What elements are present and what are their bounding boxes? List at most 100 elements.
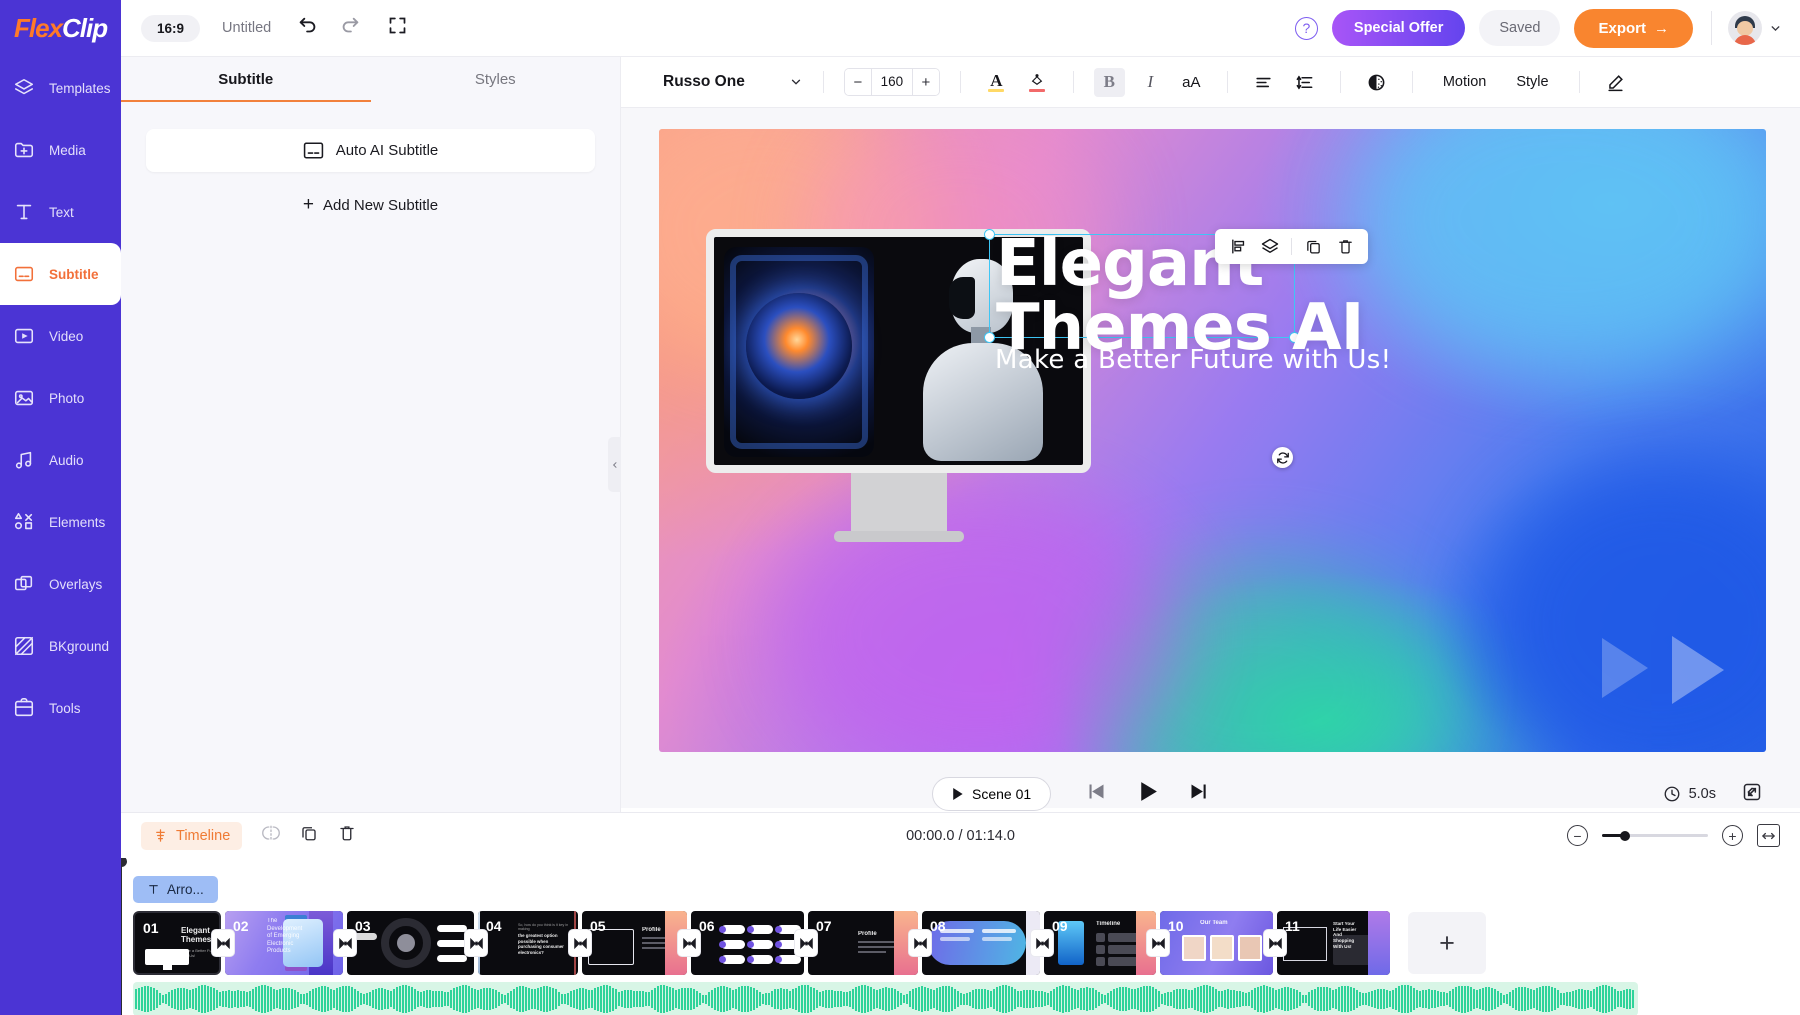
text-case-button[interactable]: aA bbox=[1176, 68, 1207, 97]
rotate-handle-icon[interactable] bbox=[1272, 447, 1293, 468]
resize-handle-top-left[interactable] bbox=[984, 229, 995, 240]
expand-icon[interactable] bbox=[1742, 782, 1762, 807]
layers-icon[interactable] bbox=[1256, 233, 1284, 261]
sidebar-item-elements[interactable]: Elements bbox=[0, 491, 121, 553]
waveform-bar bbox=[699, 993, 701, 1006]
auto-ai-subtitle-button[interactable]: Auto AI Subtitle bbox=[146, 129, 595, 172]
transition-handle[interactable] bbox=[678, 930, 700, 956]
bold-button[interactable]: B bbox=[1094, 68, 1125, 97]
tagline-text[interactable]: Make a Better Future with Us! bbox=[995, 345, 1391, 375]
zoom-out-button[interactable]: − bbox=[1567, 825, 1588, 846]
transition-handle[interactable] bbox=[1031, 930, 1053, 956]
waveform-bar bbox=[1380, 989, 1382, 1009]
transition-handle[interactable] bbox=[1147, 930, 1169, 956]
sidebar-item-tools[interactable]: Tools bbox=[0, 677, 121, 739]
fit-width-icon[interactable] bbox=[1757, 824, 1780, 847]
zoom-slider-knob[interactable] bbox=[1620, 831, 1630, 841]
text-color-icon[interactable]: A bbox=[981, 68, 1012, 97]
timeline-clip[interactable]: 05Profile bbox=[582, 911, 687, 975]
sidebar-item-bkground[interactable]: BKground bbox=[0, 615, 121, 677]
export-button[interactable]: Export → bbox=[1574, 9, 1693, 48]
tab-subtitle[interactable]: Subtitle bbox=[121, 57, 371, 102]
font-family-select[interactable]: Russo One bbox=[641, 73, 803, 91]
sidebar-item-media[interactable]: Media bbox=[0, 119, 121, 181]
transition-handle[interactable] bbox=[1264, 930, 1286, 956]
special-offer-button[interactable]: Special Offer bbox=[1332, 10, 1465, 46]
sidebar-item-audio[interactable]: Audio bbox=[0, 429, 121, 491]
zoom-in-button[interactable]: + bbox=[1722, 825, 1743, 846]
tab-styles[interactable]: Styles bbox=[371, 57, 621, 102]
timeline-clip[interactable]: 10Our Team bbox=[1160, 911, 1273, 975]
audio-track[interactable] bbox=[133, 982, 1638, 1015]
sidebar-item-templates[interactable]: Templates bbox=[0, 57, 121, 119]
zoom-slider[interactable] bbox=[1602, 834, 1708, 837]
font-size-decrease[interactable]: − bbox=[845, 69, 871, 95]
playhead[interactable] bbox=[121, 858, 122, 1015]
transition-handle[interactable] bbox=[465, 930, 487, 956]
help-icon[interactable]: ? bbox=[1295, 17, 1318, 40]
line-spacing-icon[interactable] bbox=[1289, 68, 1320, 97]
fill-color-icon[interactable] bbox=[1022, 68, 1053, 97]
account-menu[interactable] bbox=[1711, 11, 1782, 45]
timeline-clip[interactable]: 02The Development of Emerging Electronic… bbox=[225, 911, 343, 975]
split-icon[interactable] bbox=[262, 824, 280, 847]
duplicate-icon[interactable] bbox=[300, 824, 318, 847]
add-clip-button[interactable]: + bbox=[1408, 912, 1486, 974]
opacity-icon[interactable] bbox=[1361, 68, 1392, 97]
pen-edit-icon[interactable] bbox=[1600, 68, 1631, 97]
sidebar-item-subtitle[interactable]: Subtitle bbox=[0, 243, 121, 305]
timeline-clip[interactable]: 06 bbox=[691, 911, 804, 975]
waveform-bar bbox=[186, 989, 188, 1009]
skip-next-icon[interactable] bbox=[1188, 781, 1209, 807]
saved-status-button[interactable]: Saved bbox=[1479, 10, 1560, 46]
timeline-clip[interactable]: 11Start Your Life Easier And Shopping Wi… bbox=[1277, 911, 1390, 975]
resize-handle-bottom-left[interactable] bbox=[984, 332, 995, 343]
timeline-toolbar: Timeline 00:00.0 / 01:14.0 − + bbox=[121, 812, 1800, 858]
transition-handle[interactable] bbox=[212, 930, 234, 956]
aspect-ratio-button[interactable]: 16:9 bbox=[141, 15, 200, 42]
undo-icon[interactable] bbox=[297, 15, 319, 42]
transition-handle[interactable] bbox=[334, 930, 356, 956]
project-title-input[interactable]: Untitled bbox=[222, 20, 271, 36]
sidebar-item-video[interactable]: Video bbox=[0, 305, 121, 367]
flexclip-logo[interactable]: FlexClip bbox=[0, 0, 121, 57]
play-icon[interactable] bbox=[1135, 779, 1160, 809]
timeline-clip[interactable]: 03 bbox=[347, 911, 474, 975]
fullscreen-icon[interactable] bbox=[387, 15, 408, 41]
text-clip[interactable]: Arro... bbox=[133, 876, 218, 903]
skip-previous-icon[interactable] bbox=[1086, 781, 1107, 807]
timeline-clip[interactable]: 04So, how do you think is it key in maki… bbox=[478, 911, 578, 975]
transition-handle[interactable] bbox=[569, 930, 591, 956]
timeline-clip[interactable]: 08 bbox=[922, 911, 1040, 975]
sidebar-item-overlays[interactable]: Overlays bbox=[0, 553, 121, 615]
delete-icon[interactable] bbox=[1331, 233, 1359, 261]
sidebar-item-photo[interactable]: Photo bbox=[0, 367, 121, 429]
redo-icon[interactable] bbox=[339, 15, 361, 42]
font-size-increase[interactable]: + bbox=[913, 69, 939, 95]
sidebar-item-text[interactable]: Text bbox=[0, 181, 121, 243]
duplicate-icon[interactable] bbox=[1299, 233, 1327, 261]
font-size-input[interactable]: 160 bbox=[871, 69, 913, 95]
align-left-icon[interactable] bbox=[1248, 68, 1279, 97]
waveform-bar bbox=[1614, 989, 1616, 1010]
timeline-clip[interactable]: 07Profile bbox=[808, 911, 918, 975]
timeline-clip[interactable]: 01Elegant ThemesMake a Better Future wit… bbox=[133, 911, 221, 975]
scene-duration[interactable]: 5.0s bbox=[1663, 785, 1716, 803]
style-button[interactable]: Style bbox=[1506, 74, 1558, 90]
motion-button[interactable]: Motion bbox=[1433, 74, 1497, 90]
italic-button[interactable]: I bbox=[1135, 68, 1166, 97]
transition-handle[interactable] bbox=[909, 930, 931, 956]
timeline-mode-button[interactable]: Timeline bbox=[141, 822, 242, 850]
scene-selector[interactable]: Scene 01 bbox=[932, 777, 1051, 811]
font-size-stepper[interactable]: − 160 + bbox=[844, 68, 940, 96]
waveform-bar bbox=[375, 989, 377, 1009]
panel-collapse-handle[interactable] bbox=[608, 437, 621, 492]
delete-icon[interactable] bbox=[338, 824, 356, 847]
align-icon[interactable] bbox=[1224, 233, 1252, 261]
video-stage[interactable]: Elegant Themes AI Make a Better Future w… bbox=[659, 129, 1766, 752]
waveform-bar bbox=[1404, 985, 1406, 1013]
timeline-clip[interactable]: 09Timeline bbox=[1044, 911, 1156, 975]
transition-handle[interactable] bbox=[795, 930, 817, 956]
add-new-subtitle-button[interactable]: + Add New Subtitle bbox=[146, 194, 595, 216]
waveform-bar bbox=[711, 990, 713, 1008]
